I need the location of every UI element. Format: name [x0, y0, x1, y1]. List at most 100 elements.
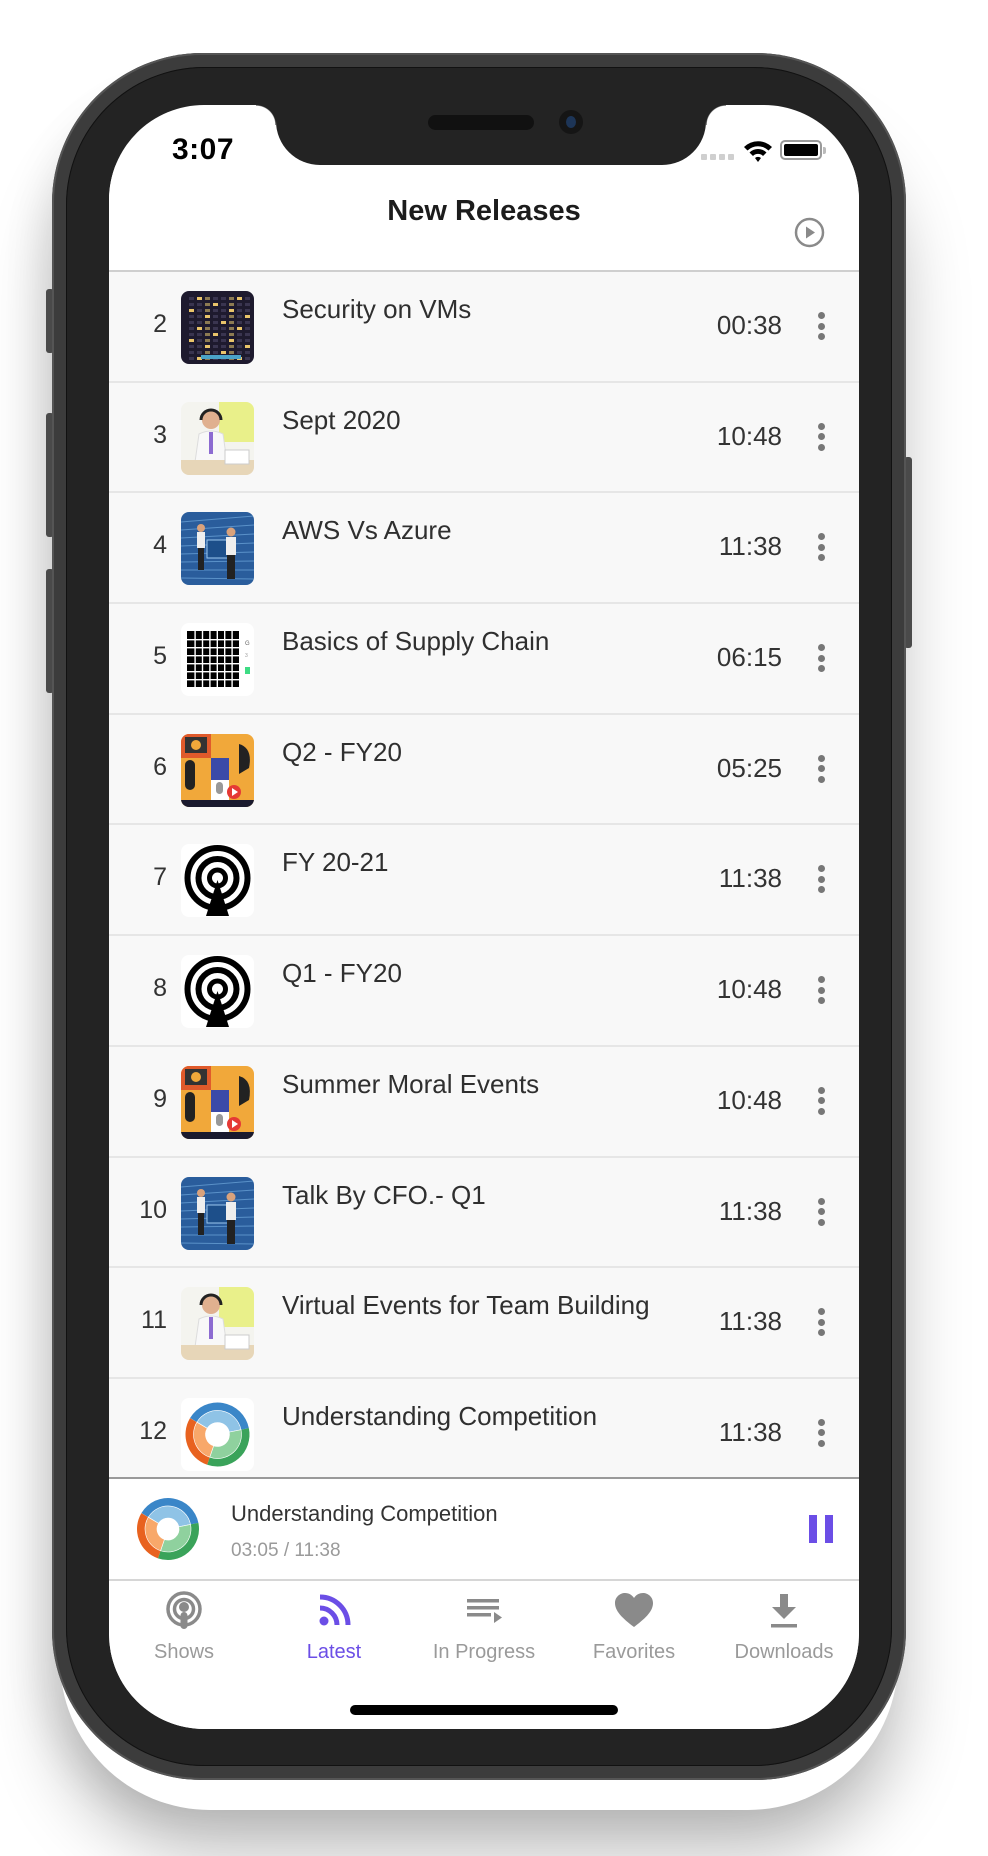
episode-number: 11 [141, 1306, 167, 1335]
tab-label: Downloads [734, 1641, 834, 1663]
cellular-signal-icon [701, 154, 734, 160]
episode-artwork [181, 1287, 254, 1361]
more-options-icon[interactable] [806, 1196, 836, 1228]
tab-latest[interactable]: Latest [259, 1581, 409, 1681]
episode-duration: 11:38 [718, 531, 782, 562]
episode-row[interactable]: 10 Talk By CFO.- Q1 11:38 [109, 1157, 859, 1269]
more-options-icon[interactable] [806, 1306, 836, 1338]
tab-favorites[interactable]: Favorites [559, 1581, 709, 1681]
pause-button[interactable] [809, 1515, 833, 1543]
now-playing-artwork [137, 1498, 199, 1560]
episode-artwork [181, 733, 254, 807]
episode-title: Security on VMs [282, 294, 472, 324]
svg-text:G: G [245, 641, 250, 647]
episode-number: 12 [139, 1416, 167, 1445]
episode-title: FY 20-21 [282, 847, 389, 878]
episode-row[interactable]: 4 AWS Vs Azure 11:38 [109, 493, 859, 605]
tab-downloads[interactable]: Downloads [709, 1581, 859, 1681]
episode-number: 8 [153, 974, 167, 1003]
episode-number: 4 [153, 531, 167, 560]
mini-player[interactable]: Understanding Competition 03:05 / 11:38 [109, 1477, 859, 1579]
episode-artwork [181, 1397, 254, 1471]
episode-row[interactable]: 7 FY 20-21 11:38 [109, 825, 859, 937]
episode-duration: 05:25 [716, 752, 782, 783]
episode-row[interactable]: 11 Virtual Events for Team Building 11:38 [109, 1268, 859, 1379]
tab-label: Latest [306, 1641, 362, 1663]
pause-icon [809, 1515, 817, 1543]
episode-list[interactable]: 2 Security on VMs 00:38 3 Sept 2020 10:48 4 AWS… [109, 272, 859, 1477]
app-screen: 3:07 New Releases 2 Security on VMs 00:38 3… [109, 105, 859, 1729]
episode-duration: 11:38 [718, 1306, 782, 1337]
episode-duration: 10:48 [716, 974, 782, 1005]
episode-title: Talk By CFO.- Q1 [282, 1179, 486, 1210]
episode-artwork [181, 401, 254, 475]
episode-row[interactable]: 2 Security on VMs 00:38 [109, 272, 859, 383]
notch [256, 105, 726, 165]
page-title: New Releases [387, 195, 581, 227]
speaker-grille [428, 115, 534, 130]
episode-artwork [181, 1176, 254, 1250]
tab-label: Shows [153, 1641, 215, 1663]
episode-duration: 10:48 [716, 1084, 782, 1115]
episode-number: 3 [153, 420, 167, 449]
episode-number: 9 [153, 1084, 167, 1113]
episode-title: Sept 2020 [282, 404, 401, 435]
episode-title: Summer Moral Events [282, 1068, 540, 1099]
now-playing-progress: 03:05 / 11:38 [231, 1540, 341, 1561]
episode-title: Understanding Competition [282, 1400, 598, 1431]
episode-row[interactable]: 9 Summer Moral Events 10:48 [109, 1046, 859, 1158]
tab-label: In Progress [432, 1641, 536, 1663]
more-options-icon[interactable] [806, 863, 836, 895]
episode-artwork [181, 955, 254, 1029]
front-camera [559, 110, 583, 134]
episode-row[interactable]: 6 Q2 - FY20 05:25 [109, 714, 859, 826]
episode-duration: 06:15 [716, 642, 782, 673]
svg-text:3: 3 [245, 653, 248, 659]
episode-row[interactable]: 3 Sept 2020 10:48 [109, 382, 859, 494]
episode-number: 10 [139, 1195, 167, 1224]
episode-title: Virtual Events for Team Building [282, 1290, 650, 1321]
episode-row[interactable]: 8 Q1 - FY20 10:48 [109, 936, 859, 1047]
nav-header: New Releases [109, 165, 859, 272]
queue-play-icon [467, 1599, 502, 1623]
episode-title: Basics of Supply Chain [282, 626, 550, 657]
episode-artwork [181, 844, 254, 918]
play-circle-icon[interactable] [794, 217, 825, 248]
episode-title: AWS Vs Azure [282, 515, 452, 546]
status-time: 3:07 [172, 133, 235, 166]
episode-artwork [181, 291, 254, 364]
more-options-icon[interactable] [806, 642, 836, 674]
more-options-icon[interactable] [806, 1417, 836, 1449]
episode-duration: 11:38 [718, 1195, 782, 1226]
episode-artwork [181, 512, 254, 586]
episode-title: Q1 - FY20 [282, 958, 402, 989]
now-playing-title: Understanding Competition [231, 1501, 498, 1526]
more-options-icon[interactable] [806, 974, 836, 1006]
wifi-icon [744, 141, 772, 162]
episode-duration: 11:38 [718, 863, 782, 894]
more-options-icon[interactable] [806, 1085, 836, 1117]
episode-artwork: G3 [181, 623, 254, 697]
episode-duration: 10:48 [716, 420, 782, 451]
more-options-icon[interactable] [806, 753, 836, 785]
episode-duration: 11:38 [718, 1416, 782, 1447]
download-icon [771, 1594, 797, 1628]
more-options-icon[interactable] [806, 310, 836, 342]
battery-icon [780, 140, 826, 160]
tab-in-progress[interactable]: In Progress [409, 1581, 559, 1681]
episode-number: 2 [153, 310, 167, 338]
home-indicator[interactable] [350, 1705, 618, 1715]
tab-label: Favorites [592, 1641, 676, 1663]
episode-row[interactable]: 5 G 3 Basics of Supply Chain 06:15 [109, 604, 859, 715]
episode-artwork [181, 1065, 254, 1139]
episode-duration: 00:38 [716, 310, 782, 340]
more-options-icon[interactable] [806, 531, 836, 563]
episode-number: 6 [153, 752, 167, 781]
heart-icon [615, 1593, 653, 1627]
episode-title: Q2 - FY20 [282, 736, 402, 767]
episode-number: 5 [153, 642, 167, 671]
episode-row[interactable]: 12 Understanding Competition 11:38 [109, 1378, 859, 1477]
podcast-icon [166, 1591, 202, 1629]
tab-shows[interactable]: Shows [109, 1581, 259, 1681]
more-options-icon[interactable] [806, 421, 836, 453]
